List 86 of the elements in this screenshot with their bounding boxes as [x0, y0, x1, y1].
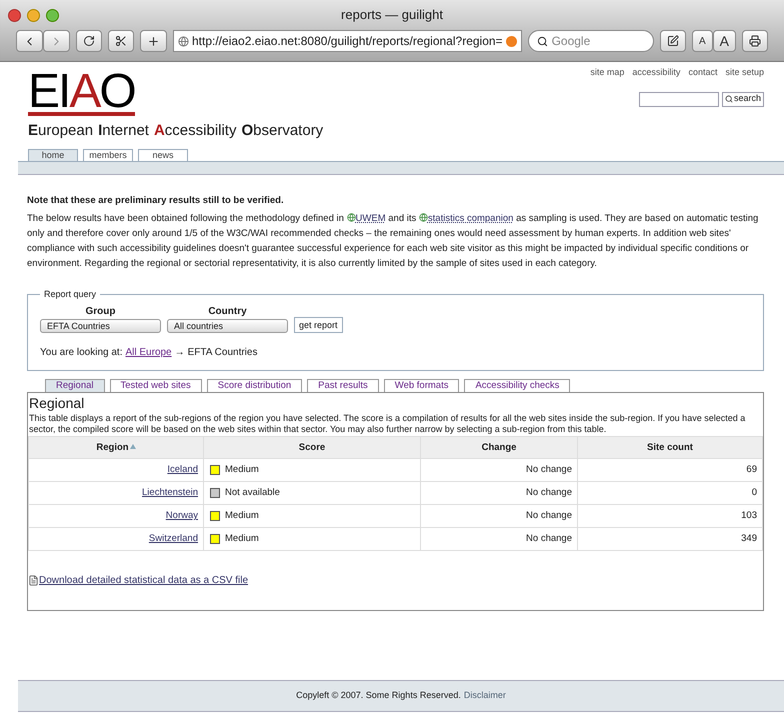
report-tab[interactable]: Tested web sites — [110, 378, 202, 392]
nav-tab[interactable]: news — [138, 148, 188, 160]
column-header: Site count — [578, 436, 762, 458]
panel-description: This table displays a report of the sub-regions of the region you have selected. The score is a compilation of results for all the web sites inside the sub-region. If you have selected a sector, the compiled score will be based on the web sites within that sector. You may also further narrow by selecting a sub-region from this table. — [28, 412, 746, 434]
breadcrumb-arrow: → — [174, 346, 185, 360]
utility-link[interactable]: site map — [590, 66, 624, 80]
get-report-button[interactable]: get report — [294, 316, 343, 332]
site-search-field[interactable] — [638, 92, 719, 106]
add-bookmark-button[interactable] — [140, 30, 167, 52]
change-cell: No change — [420, 527, 578, 550]
change-cell: No change — [420, 458, 578, 481]
country-label: Country — [208, 304, 247, 318]
sort-icon[interactable] — [130, 444, 136, 450]
column-header[interactable]: Region — [28, 436, 204, 458]
edit-button[interactable] — [660, 30, 686, 52]
region-link[interactable]: Norway — [166, 510, 198, 521]
printer-icon — [749, 35, 761, 47]
report-tab[interactable]: Score distribution — [206, 378, 302, 392]
report-query-legend: Report query — [40, 286, 100, 302]
score-text: Medium — [225, 509, 259, 523]
reload-button[interactable] — [76, 30, 102, 52]
report-tab[interactable]: Web formats — [384, 378, 460, 392]
region-link[interactable]: Liechtenstein — [142, 487, 198, 498]
nav-tab[interactable]: members — [83, 148, 133, 160]
window-title: reports — guilight — [341, 6, 443, 24]
column-header: Score — [204, 436, 420, 458]
column-header: Change — [420, 436, 578, 458]
forward-button[interactable] — [43, 30, 70, 52]
document-icon — [28, 574, 39, 586]
intro-paragraph: The below results have been obtained following the methodology defined in UWEM and its statistics companion as sampling is used. They are based on automatic testing only and therefore cover only around 1/5 of the W3C/WAI recommended checks – the remaining ones would need assessment by human experts. In addition web sites' compliance with such accessibility guidelines doesn't guarantee successful experience for each web site visitor as this might be impacted by individual specific conditions or environment. Regarding the regional or sectorial representativity, it is also currently limited by the sample of sites used in each category. — [27, 212, 760, 270]
web-search-field[interactable]: Google — [528, 30, 654, 52]
panel-title: Regional — [28, 394, 86, 412]
close-icon[interactable] — [8, 8, 21, 22]
address-field[interactable]: http://eiao2.eiao.net:8080/guilight/reports/regional?region= — [173, 30, 522, 52]
change-cell: No change — [420, 481, 578, 504]
copyright-text: Copyleft © 2007. Some Rights Reserved. — [296, 689, 461, 702]
score-text: Medium — [225, 532, 259, 546]
utility-link[interactable]: accessibility — [632, 66, 680, 80]
site-subtitle: European Internet Accessibility Observatory — [28, 121, 324, 141]
search-button[interactable]: search — [722, 92, 764, 106]
site-logo[interactable]: EIAO — [28, 72, 135, 116]
region-link[interactable]: Iceland — [167, 464, 198, 475]
site-count-cell: 0 — [578, 481, 762, 504]
uwem-link[interactable]: UWEM — [356, 212, 386, 224]
country-dropdown[interactable]: All countries — [167, 318, 288, 332]
rss-icon[interactable] — [506, 36, 517, 46]
report-tab[interactable]: Past results — [307, 378, 379, 392]
region-link[interactable]: Switzerland — [148, 533, 198, 544]
reload-icon — [83, 35, 95, 47]
minimize-icon[interactable] — [27, 8, 40, 22]
nav-tab[interactable]: home — [28, 148, 78, 160]
score-text: Medium — [225, 463, 259, 477]
site-count-cell: 103 — [578, 504, 762, 527]
location-prefix: You are looking at: — [40, 346, 122, 360]
url-text: http://eiao2.eiao.net:8080/guilight/reports/regional?region= — [192, 33, 503, 50]
snippet-button[interactable] — [108, 30, 134, 52]
utility-link[interactable]: site setup — [725, 66, 764, 80]
report-tab[interactable]: Regional — [45, 378, 104, 392]
scissors-icon — [115, 35, 127, 47]
globe-icon — [346, 213, 356, 222]
change-cell: No change — [420, 504, 578, 527]
all-europe-link[interactable]: All Europe — [125, 344, 172, 360]
plus-icon — [147, 34, 160, 48]
disclaimer-link[interactable]: Disclaimer — [464, 689, 506, 703]
group-label: Group — [86, 304, 116, 318]
statistics-link[interactable]: statistics companion — [428, 212, 514, 224]
larger-text-button[interactable]: A — [712, 30, 736, 52]
pencil-icon — [666, 35, 679, 47]
site-count-cell: 349 — [578, 527, 762, 550]
print-button[interactable] — [742, 30, 768, 52]
utility-link[interactable]: contact — [688, 66, 718, 80]
current-region: EFTA Countries — [188, 346, 258, 360]
csv-download-link[interactable]: Download detailed statistical data as a CSV file — [39, 572, 248, 588]
search-icon — [536, 36, 548, 46]
score-text: Not available — [225, 486, 280, 500]
zoom-icon[interactable] — [46, 8, 59, 22]
globe-icon — [178, 36, 189, 46]
site-count-cell: 69 — [578, 458, 762, 481]
group-dropdown[interactable]: EFTA Countries — [40, 318, 161, 332]
notice-text: Note that these are preliminary results still to be verified. — [27, 194, 285, 208]
search-placeholder: Google — [552, 33, 590, 50]
globe-icon — [418, 213, 428, 222]
report-tab[interactable]: Accessibility checks — [464, 378, 570, 392]
back-button[interactable] — [16, 30, 43, 52]
search-icon — [724, 95, 733, 103]
smaller-text-button[interactable]: A — [692, 30, 713, 52]
